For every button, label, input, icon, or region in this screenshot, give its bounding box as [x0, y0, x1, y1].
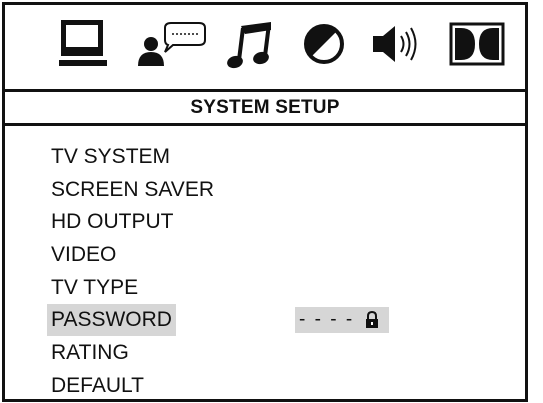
setup-menu-panel: SYSTEM SETUP TV SYSTEM SCREEN SAVER HD O… — [2, 2, 528, 402]
menu-item-tv-system[interactable]: TV SYSTEM — [51, 141, 471, 174]
menu-item-password[interactable]: PASSWORD - - - - — [47, 304, 471, 337]
menu-item-label: TV TYPE — [51, 275, 139, 299]
icon-tab-bar — [5, 5, 525, 89]
menu-item-label: SCREEN SAVER — [51, 177, 214, 201]
dolby-icon[interactable] — [449, 20, 505, 68]
menu-item-label: HD OUTPUT — [51, 210, 174, 234]
speaker-icon[interactable] — [371, 20, 423, 68]
speech-person-icon[interactable] — [135, 20, 207, 68]
menu-item-label: PASSWORD — [47, 304, 176, 337]
menu-item-video[interactable]: VIDEO — [51, 239, 471, 272]
monitor-icon[interactable] — [57, 20, 109, 68]
menu-item-default[interactable]: DEFAULT — [51, 370, 471, 403]
music-note-icon[interactable] — [227, 20, 275, 70]
menu-item-label: DEFAULT — [51, 373, 144, 397]
contrast-icon[interactable] — [301, 20, 347, 68]
menu-item-label: TV SYSTEM — [51, 145, 171, 168]
menu-item-label: RATING — [51, 341, 129, 365]
page-title: SYSTEM SETUP — [190, 97, 340, 118]
menu-item-label: VIDEO — [51, 243, 117, 267]
lock-icon — [365, 311, 379, 337]
menu-item-tv-type[interactable]: TV TYPE — [51, 272, 471, 305]
menu-item-hd-output[interactable]: HD OUTPUT — [51, 206, 471, 239]
menu-item-screen-saver[interactable]: SCREEN SAVER — [51, 174, 471, 207]
password-value: - - - - — [299, 309, 355, 331]
menu-item-rating[interactable]: RATING — [51, 337, 471, 370]
divider — [5, 123, 525, 126]
setup-menu-list: TV SYSTEM SCREEN SAVER HD OUTPUT VIDEO T… — [47, 141, 471, 403]
password-field[interactable]: - - - - — [295, 307, 389, 334]
